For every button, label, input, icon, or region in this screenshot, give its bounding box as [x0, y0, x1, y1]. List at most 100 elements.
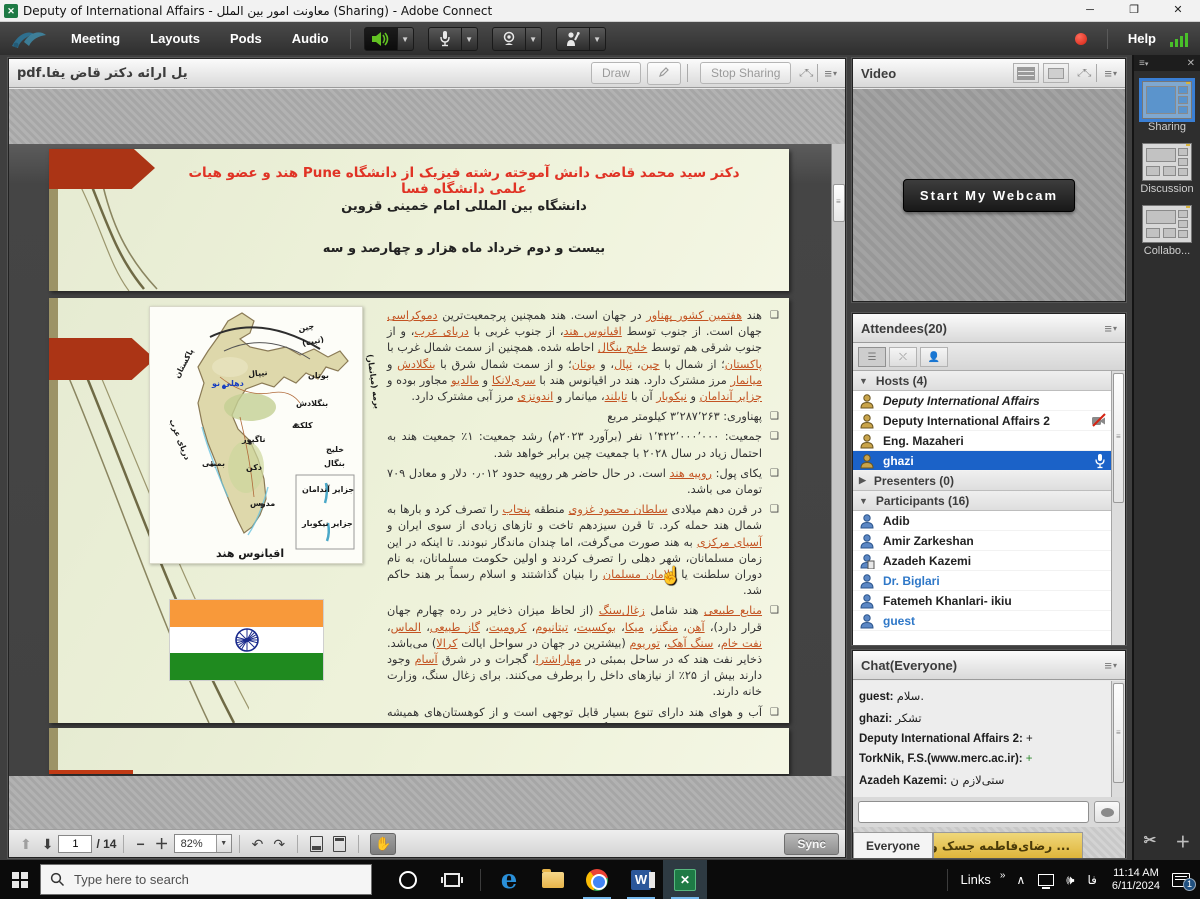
menu-pods[interactable]: Pods	[215, 22, 277, 55]
sync-button[interactable]: Sync	[784, 833, 839, 855]
chat-tab-everyone[interactable]: Everyone	[853, 832, 933, 858]
attendee-row[interactable]: guest	[853, 611, 1111, 631]
previous-page-button[interactable]: ⬆	[20, 833, 32, 855]
scrollbar-thumb[interactable]	[833, 184, 845, 222]
next-page-button[interactable]: ⬇	[42, 833, 54, 855]
attendee-row[interactable]: Amir Zarkeshan	[853, 531, 1111, 551]
chat-scrollbar[interactable]	[1111, 681, 1125, 797]
send-message-button[interactable]	[1094, 801, 1120, 823]
attendee-row[interactable]: ghazi	[853, 451, 1111, 471]
menu-help[interactable]: Help	[1128, 31, 1156, 46]
attendee-status-view-button[interactable]: 👤	[920, 347, 948, 367]
zoom-dropdown-icon[interactable]: ▼	[216, 835, 231, 852]
microphone-dropdown[interactable]: ▼	[462, 27, 478, 51]
pointer-tool-button[interactable]	[647, 62, 681, 85]
language-indicator[interactable]: فا	[1087, 873, 1096, 887]
layout-discussion-thumbnail[interactable]	[1142, 143, 1192, 181]
attendee-section-header[interactable]: ▼Participants (16)	[853, 491, 1111, 511]
layout-discussion-label: Discussion	[1134, 183, 1200, 195]
chat-messages[interactable]: guest: سلام.ghazi: تشکرDeputy Internatio…	[853, 681, 1111, 797]
add-layout-icon[interactable]: ＋	[1175, 831, 1190, 852]
attendee-row[interactable]: Deputy International Affairs	[853, 391, 1111, 411]
set-status-dropdown[interactable]: ▼	[590, 27, 606, 51]
microphone-button[interactable]	[428, 27, 462, 51]
layout-sharing-thumbnail[interactable]	[1142, 81, 1192, 119]
network-icon[interactable]	[1038, 874, 1054, 886]
scrollbar-thumb[interactable]	[1113, 683, 1124, 783]
attendees-list[interactable]: ▼Hosts (4)Deputy International AffairsDe…	[853, 371, 1111, 645]
page-number-input[interactable]	[58, 835, 92, 853]
grid-view-button[interactable]	[1013, 63, 1039, 83]
document-canvas[interactable]: دکتر سید محمد قاضی دانش آموخته رشته فیزی…	[9, 144, 831, 776]
edge-button[interactable]: e	[487, 860, 531, 899]
pod-options-menu-icon[interactable]: ≡	[1104, 321, 1111, 336]
draw-button[interactable]: Draw	[591, 62, 641, 84]
pod-options-menu-icon[interactable]: ≡	[1104, 658, 1111, 673]
tray-chevron-up-icon[interactable]: ∧	[1016, 873, 1025, 887]
slide-bullet: جمعیت: ۱٬۴۲۲٬۰۰۰٬۰۰۰ نفر (برآورد ۲۰۲۳م) …	[387, 429, 779, 461]
connection-status-icon[interactable]	[1170, 31, 1190, 47]
task-view-button[interactable]	[430, 860, 474, 899]
attendee-row[interactable]: Eng. Mazaheri	[853, 431, 1111, 451]
file-explorer-button[interactable]	[531, 860, 575, 899]
rotate-right-button[interactable]: ↷	[273, 833, 285, 855]
attendee-row[interactable]: Deputy International Affairs 2	[853, 411, 1111, 431]
attendees-toolbar: ☰ ⤬ 👤	[853, 344, 1125, 371]
attendees-scrollbar[interactable]	[1111, 371, 1125, 645]
layout-menu-icon[interactable]: ≡▾	[1139, 58, 1148, 69]
zoom-level-select[interactable]: 82% ▼	[174, 834, 232, 853]
stop-sharing-button[interactable]: Stop Sharing	[700, 62, 791, 84]
pod-options-menu-icon[interactable]: ≡	[1104, 66, 1111, 81]
attendee-section-header[interactable]: ▼Hosts (4)	[853, 371, 1111, 391]
fullscreen-icon[interactable]: ⤢⤡	[799, 68, 811, 79]
zoom-in-button[interactable]: ＋	[155, 833, 169, 855]
chat-message-input[interactable]	[858, 801, 1089, 823]
menu-audio[interactable]: Audio	[277, 22, 344, 55]
map-label: اقیانوس هند	[216, 547, 284, 560]
links-toolbar[interactable]: Links	[961, 872, 991, 887]
attendee-row[interactable]: Azadeh Kazemi	[853, 551, 1111, 571]
scrollbar-thumb[interactable]	[1113, 373, 1124, 503]
cortana-button[interactable]	[386, 860, 430, 899]
attendee-row[interactable]: Adib	[853, 511, 1111, 531]
webcam-dropdown[interactable]: ▼	[526, 27, 542, 51]
pan-tool-button[interactable]: ✋	[370, 833, 396, 855]
webcam-button[interactable]	[492, 27, 526, 51]
clock[interactable]: 11:14 AM 6/11/2024	[1112, 867, 1160, 893]
chat-tab-private[interactable]: ... رضای‌فاطمه جسک و غل	[933, 832, 1083, 858]
set-status-button[interactable]	[556, 27, 590, 51]
zoom-out-button[interactable]: −	[136, 833, 144, 855]
attendee-row[interactable]: Fatemeh Khanlari- ikiu	[853, 591, 1111, 611]
document-scrollbar[interactable]	[831, 144, 845, 776]
speaker-dropdown[interactable]: ▼	[398, 27, 414, 51]
attendee-list-view-button[interactable]: ☰	[858, 347, 886, 367]
minimize-button[interactable]: ─	[1068, 0, 1112, 22]
layout-collaboration-thumbnail[interactable]	[1142, 205, 1192, 243]
volume-icon[interactable]: 🕪	[1066, 872, 1074, 888]
speaker-button[interactable]	[364, 27, 398, 51]
attendee-section-header[interactable]: ▶Presenters (0)	[853, 471, 1111, 491]
breakout-view-button[interactable]: ⤬	[889, 347, 917, 367]
search-placeholder: Type here to search	[74, 872, 189, 887]
rotate-left-button[interactable]: ↶	[252, 833, 264, 855]
fit-page-button[interactable]	[310, 836, 323, 852]
close-sidebar-icon[interactable]: ✕	[1187, 58, 1195, 69]
fullscreen-icon[interactable]: ⤢⤡	[1077, 68, 1089, 79]
start-webcam-button[interactable]: Start My Webcam	[903, 179, 1075, 212]
restore-button[interactable]: ❐	[1112, 0, 1156, 22]
close-button[interactable]: ✕	[1156, 0, 1200, 22]
word-button[interactable]: W	[619, 860, 663, 899]
links-overflow-icon[interactable]: »	[1000, 870, 1006, 881]
adobe-connect-taskbar-button[interactable]: ✕	[663, 860, 707, 899]
notification-center-icon[interactable]: 1	[1172, 873, 1190, 887]
pod-options-menu-icon[interactable]: ≡	[824, 66, 831, 81]
cut-layout-icon[interactable]: ✂	[1144, 831, 1157, 852]
filmstrip-view-button[interactable]	[1043, 63, 1069, 83]
start-button[interactable]	[0, 860, 40, 899]
menu-layouts[interactable]: Layouts	[135, 22, 215, 55]
menu-meeting[interactable]: Meeting	[56, 22, 135, 55]
taskbar-search-input[interactable]: Type here to search	[40, 864, 372, 895]
chrome-button[interactable]	[575, 860, 619, 899]
attendee-row[interactable]: Dr. Biglari	[853, 571, 1111, 591]
fit-width-button[interactable]	[333, 836, 346, 852]
